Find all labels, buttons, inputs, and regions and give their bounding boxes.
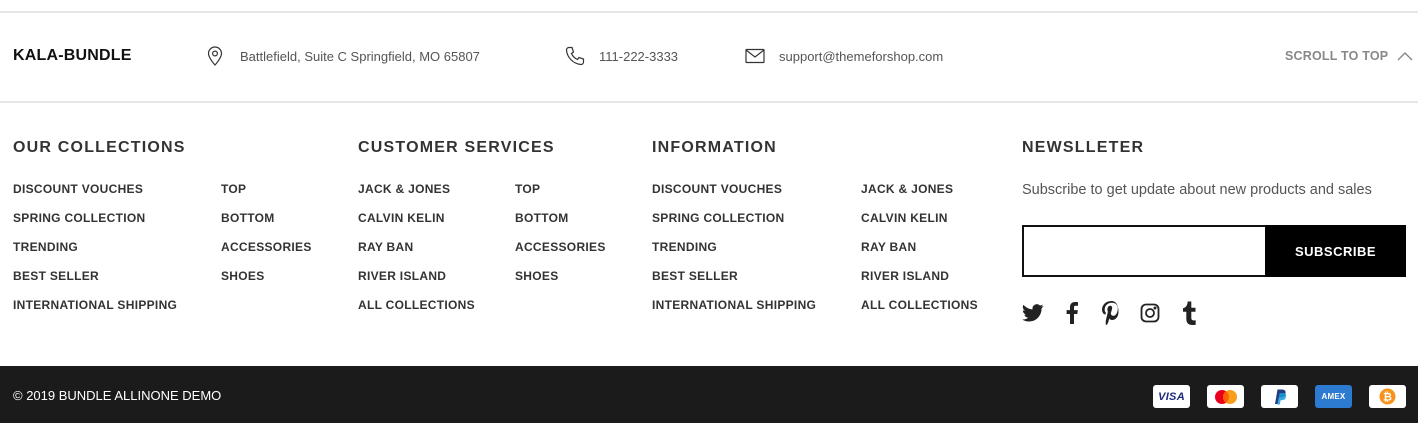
visa-card-icon: VISA	[1153, 385, 1190, 408]
footer-link[interactable]: ALL COLLECTIONS	[358, 298, 475, 327]
bottom-bar: © 2019 BUNDLE ALLINONE DEMO VISA AMEX ₿	[0, 366, 1418, 423]
footer-link[interactable]: JACK & JONES	[358, 182, 475, 211]
scroll-to-top-label: SCROLL TO TOP	[1285, 49, 1389, 63]
footer-link[interactable]: BEST SELLER	[13, 269, 177, 298]
twitter-icon[interactable]	[1022, 300, 1044, 326]
phone-icon	[565, 46, 585, 66]
amex-card-icon: AMEX	[1315, 385, 1352, 408]
envelope-icon	[745, 46, 765, 66]
footer-link[interactable]: TRENDING	[652, 240, 816, 269]
contact-email: support@themeforshop.com	[745, 46, 943, 66]
footer-link[interactable]: TOP	[515, 182, 606, 211]
footer-link[interactable]: TRENDING	[13, 240, 177, 269]
amex-card-text: AMEX	[1321, 392, 1346, 401]
footer-link[interactable]: BOTTOM	[515, 211, 606, 240]
mastercard-icon	[1207, 385, 1244, 408]
footer-link[interactable]: SHOES	[221, 269, 312, 298]
email-link[interactable]: support@themeforshop.com	[779, 49, 943, 64]
footer-link[interactable]: BOTTOM	[221, 211, 312, 240]
footer-link[interactable]: RAY BAN	[861, 240, 978, 269]
collections-list-secondary: TOP BOTTOM ACCESSORIES SHOES	[221, 182, 312, 298]
services-title: CUSTOMER SERVICES	[358, 139, 555, 156]
payment-methods: VISA AMEX ₿	[1153, 385, 1406, 408]
footer-link[interactable]: TOP	[221, 182, 312, 211]
footer-link[interactable]: DISCOUNT VOUCHES	[652, 182, 816, 211]
collections-list-primary: DISCOUNT VOUCHES SPRING COLLECTION TREND…	[13, 182, 177, 327]
footer-link[interactable]: SHOES	[515, 269, 606, 298]
address-text: Battlefield, Suite C Springfield, MO 658…	[240, 48, 480, 64]
footer-link[interactable]: CALVIN KELIN	[358, 211, 475, 240]
svg-text:₿: ₿	[1383, 392, 1392, 404]
visa-card-text: VISA	[1158, 390, 1185, 403]
subscribe-button[interactable]: SUBSCRIBE	[1265, 225, 1406, 277]
paypal-icon	[1261, 385, 1298, 408]
collections-title: OUR COLLECTIONS	[13, 139, 186, 156]
information-list-secondary: JACK & JONES CALVIN KELIN RAY BAN RIVER …	[861, 182, 978, 327]
footer-link[interactable]: SPRING COLLECTION	[13, 211, 177, 240]
footer-link[interactable]: RIVER ISLAND	[358, 269, 475, 298]
copyright-text: © 2019 BUNDLE ALLINONE DEMO	[13, 388, 222, 403]
footer-link[interactable]: RAY BAN	[358, 240, 475, 269]
contact-address: Battlefield, Suite C Springfield, MO 658…	[205, 46, 480, 66]
footer-link[interactable]: ACCESSORIES	[221, 240, 312, 269]
instagram-icon[interactable]	[1139, 300, 1161, 326]
pinterest-icon[interactable]	[1100, 300, 1122, 326]
scroll-to-top-button[interactable]: SCROLL TO TOP	[1285, 48, 1413, 64]
services-list-secondary: TOP BOTTOM ACCESSORIES SHOES	[515, 182, 606, 298]
facebook-icon[interactable]	[1061, 300, 1083, 326]
footer-link[interactable]: SPRING COLLECTION	[652, 211, 816, 240]
information-list-primary: DISCOUNT VOUCHES SPRING COLLECTION TREND…	[652, 182, 816, 327]
map-pin-icon	[205, 46, 225, 66]
newsletter-email-input[interactable]	[1022, 225, 1265, 277]
chevron-up-icon	[1397, 48, 1413, 64]
bitcoin-icon: ₿	[1369, 385, 1406, 408]
information-title: INFORMATION	[652, 139, 777, 156]
contact-phone: 111-222-3333	[565, 46, 678, 66]
footer-link[interactable]: ACCESSORIES	[515, 240, 606, 269]
phone-text: 111-222-3333	[599, 48, 679, 64]
services-list-primary: JACK & JONES CALVIN KELIN RAY BAN RIVER …	[358, 182, 475, 327]
footer-link[interactable]: RIVER ISLAND	[861, 269, 978, 298]
footer-link[interactable]: BEST SELLER	[652, 269, 816, 298]
section-divider	[0, 101, 1418, 103]
footer-link[interactable]: INTERNATIONAL SHIPPING	[13, 298, 177, 327]
footer-link[interactable]: DISCOUNT VOUCHES	[13, 182, 177, 211]
footer-link[interactable]: INTERNATIONAL SHIPPING	[652, 298, 816, 327]
newsletter-title: NEWSLLETER	[1022, 139, 1145, 156]
newsletter-description: Subscribe to get update about new produc…	[1022, 182, 1372, 198]
tumblr-icon[interactable]	[1178, 300, 1200, 326]
social-links	[1022, 300, 1217, 326]
footer-link[interactable]: CALVIN KELIN	[861, 211, 978, 240]
footer-link[interactable]: ALL COLLECTIONS	[861, 298, 978, 327]
brand-name: KALA-BUNDLE	[13, 47, 132, 64]
top-divider	[0, 11, 1418, 13]
newsletter-form: SUBSCRIBE	[1022, 225, 1406, 277]
footer-link[interactable]: JACK & JONES	[861, 182, 978, 211]
